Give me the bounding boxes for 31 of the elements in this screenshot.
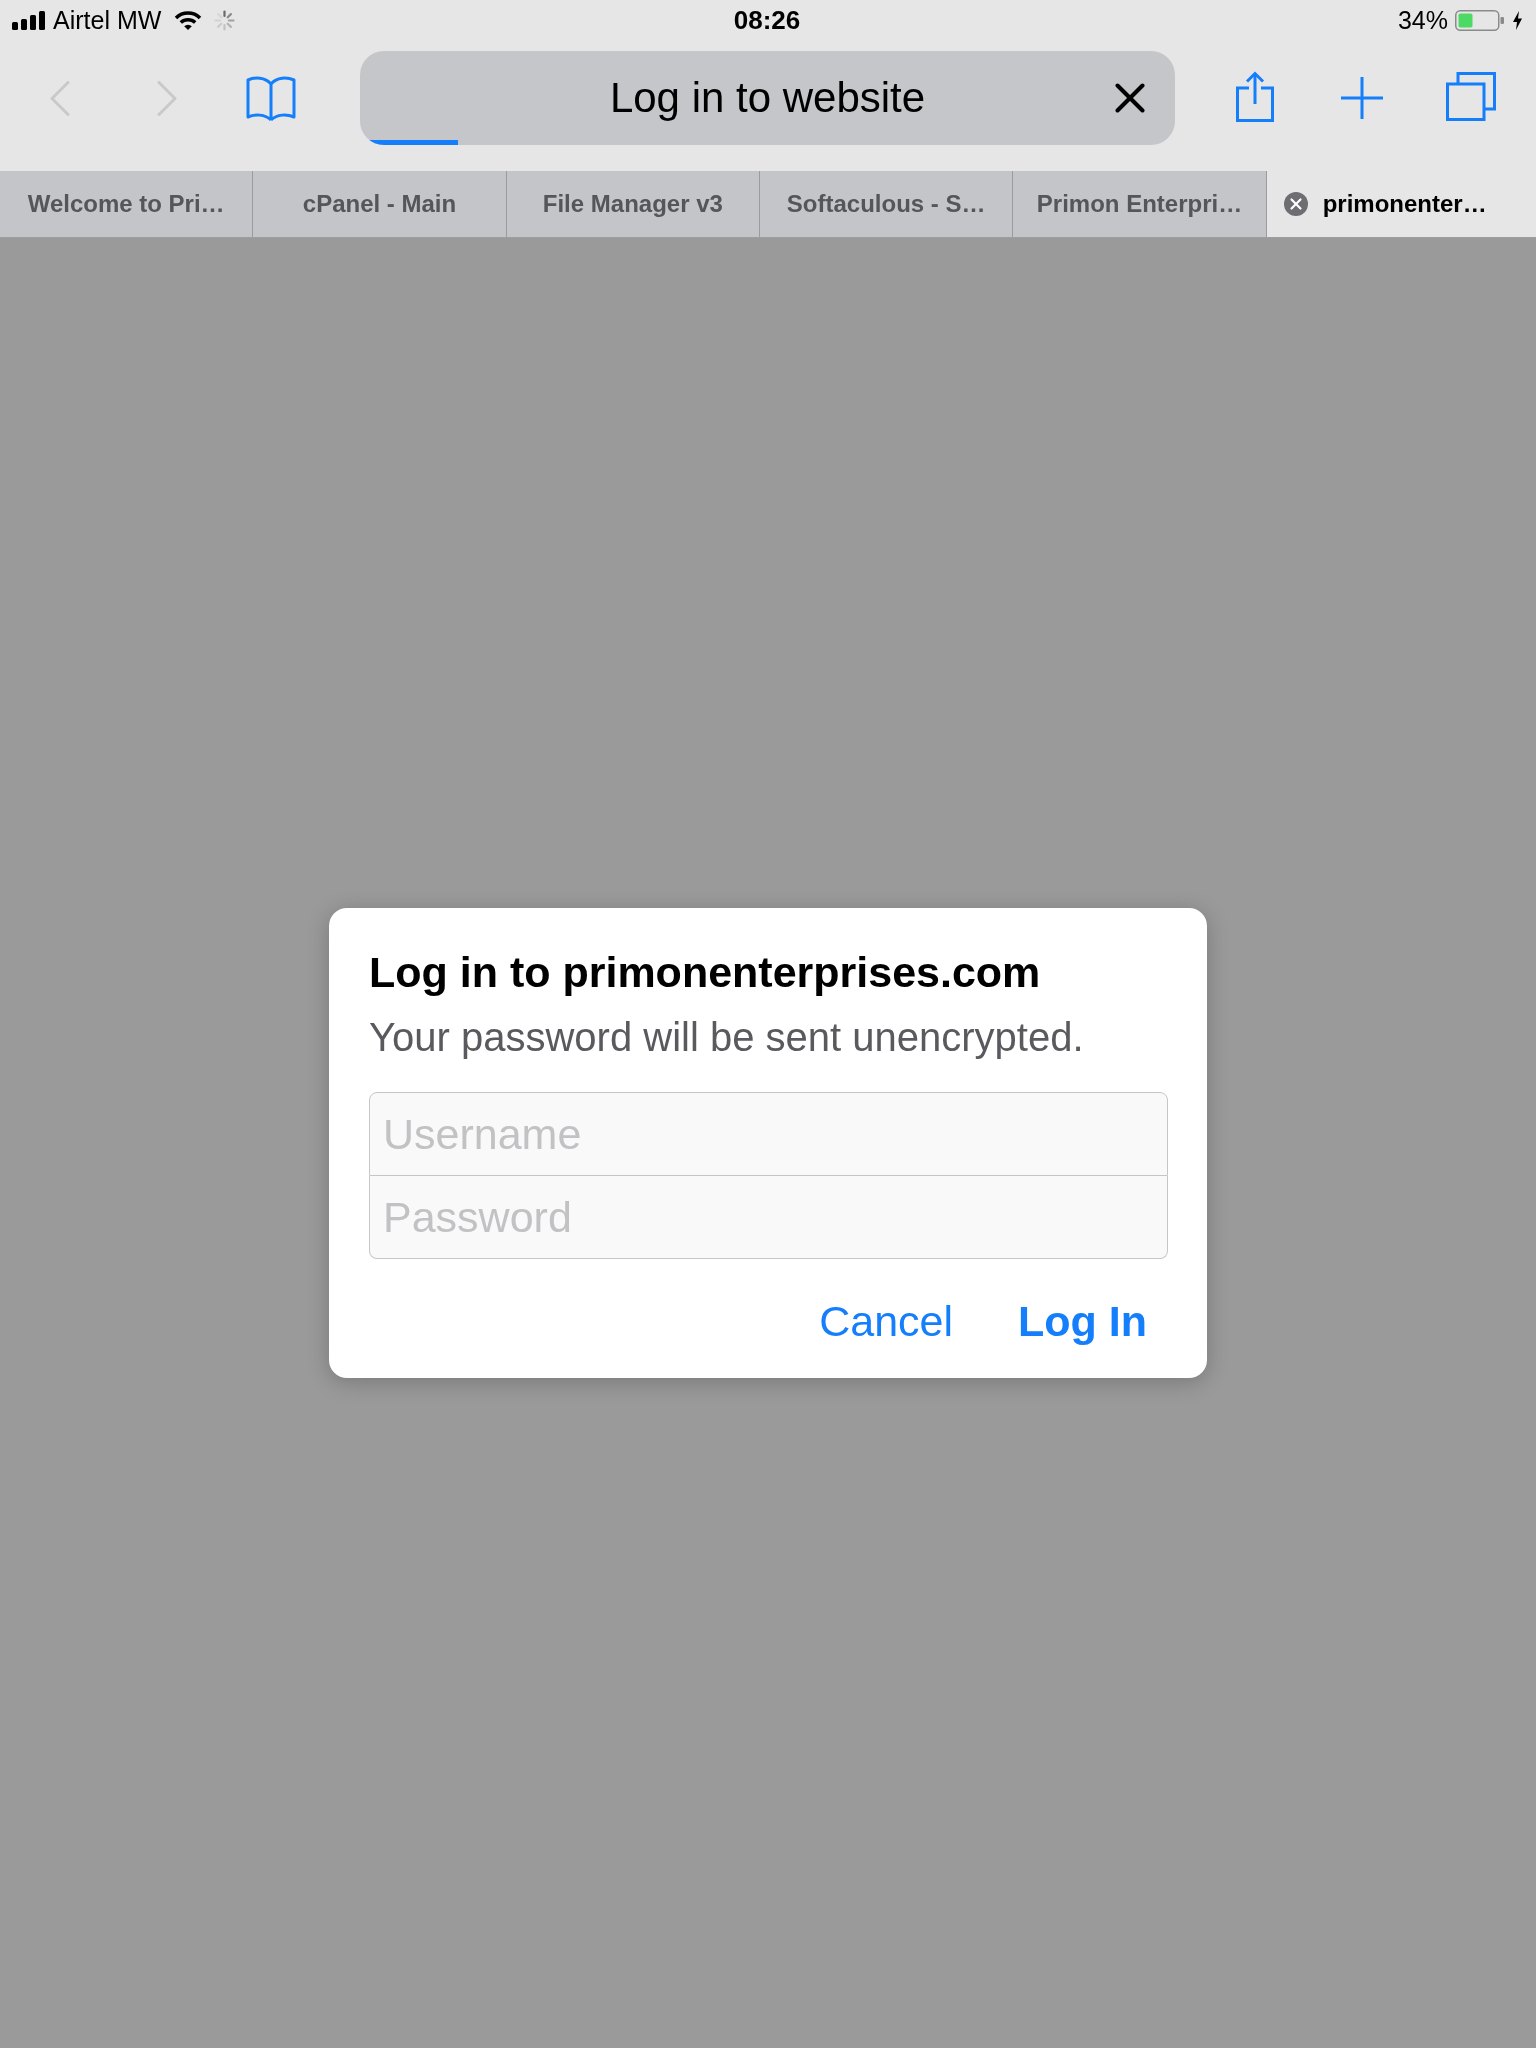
overlapping-squares-icon [1446, 71, 1496, 121]
tab[interactable]: Softaculous - S… [760, 171, 1014, 237]
clock-time: 08:26 [733, 4, 801, 36]
tab[interactable]: cPanel - Main [253, 171, 507, 237]
dialog-message: Your password will be sent unencrypted. [369, 1014, 1085, 1061]
bookmarks-button[interactable] [246, 74, 296, 122]
open-book-icon [246, 74, 296, 122]
share-icon [1236, 70, 1274, 122]
log-in-button[interactable]: Log In [1008, 1291, 1157, 1351]
cancel-button[interactable]: Cancel [809, 1291, 964, 1351]
tab[interactable]: Primon Enterpri… [1013, 171, 1267, 237]
stop-button[interactable] [1115, 83, 1145, 113]
close-tab-icon[interactable] [1283, 192, 1308, 216]
tab[interactable]: Welcome to Pri… [0, 171, 254, 237]
page-title: Log in to website [608, 74, 927, 122]
tabs-overview-button[interactable] [1446, 71, 1496, 121]
carrier-name: Airtel MW [53, 5, 162, 35]
chevron-right-icon [157, 80, 177, 116]
dialog-title: Log in to primonenterprises.com [369, 947, 1042, 998]
wifi-icon [174, 10, 203, 30]
signal-bars-icon [12, 10, 45, 30]
close-icon [1115, 83, 1145, 113]
tab[interactable]: primonenter… [1266, 171, 1536, 237]
new-tab-button[interactable] [1341, 77, 1383, 119]
battery-percent: 34% [1397, 5, 1448, 35]
chevron-left-icon [50, 80, 70, 116]
tab[interactable]: File Manager v3 [506, 171, 760, 237]
plus-icon [1341, 77, 1383, 119]
share-button[interactable] [1236, 70, 1274, 122]
address-bar[interactable]: Log in to website [360, 51, 1175, 145]
battery-icon [1455, 9, 1504, 31]
